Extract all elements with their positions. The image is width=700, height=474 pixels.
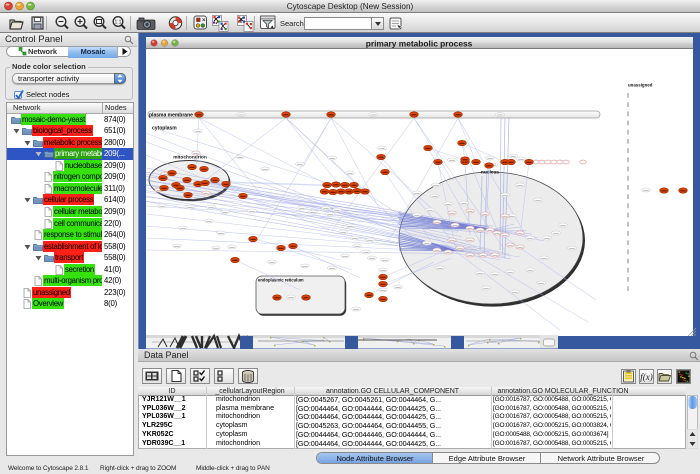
svg-text:primary metabolic process: primary metabolic process	[366, 39, 473, 49]
svg-text:endoplasmic reticulum: endoplasmic reticulum	[258, 278, 304, 283]
svg-text:unassigned: unassigned	[628, 83, 653, 88]
svg-text:nucleus: nucleus	[481, 170, 499, 176]
svg-text:cytoplasm: cytoplasm	[152, 126, 177, 132]
svg-text:1:1: 1:1	[115, 20, 122, 26]
svg-text:plasma membrane: plasma membrane	[149, 113, 193, 119]
svg-text:f(x): f(x)	[640, 372, 653, 382]
